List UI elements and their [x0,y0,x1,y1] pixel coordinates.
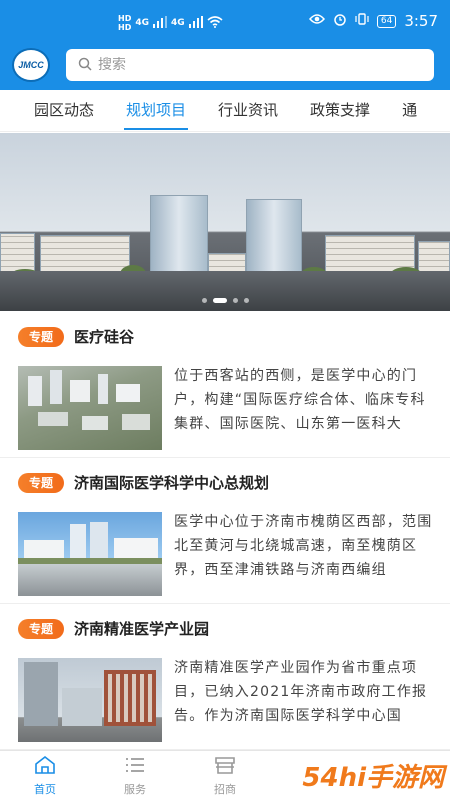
article-title[interactable]: 医疗硅谷 [74,326,134,347]
article-thumbnail[interactable] [18,366,162,450]
search-bar[interactable] [66,49,434,81]
vibrate-icon [355,12,369,30]
article-title[interactable]: 济南精准医学产业园 [74,618,209,639]
article-thumbnail[interactable] [18,658,162,742]
article-summary: 位于西客站的西侧，是医学中心的门户，构建“国际医疗综合体、临床专科集群、国际医院… [174,368,426,432]
article-card[interactable]: 专题 医疗硅谷 位于西客站的西侧，是医学中心的门户，构建“国际医疗综合体、临床专… [0,312,450,458]
list-icon [124,755,146,778]
search-input[interactable] [98,57,398,73]
carousel-dot[interactable] [232,298,238,303]
system-indicators: 64 3:57 [308,12,438,30]
signal-icon [188,15,203,31]
nav-label: 服务 [124,782,146,796]
app-header: JMCC [0,40,450,90]
carousel-dot-active[interactable] [212,298,227,303]
home-icon [34,755,56,778]
network-indicators: HD HD 4G 4G [118,14,223,32]
signal-icon [153,15,167,31]
clock: 3:57 [404,12,438,30]
alarm-icon [333,12,347,30]
app-logo[interactable]: JMCC [12,48,50,82]
search-icon [78,56,92,75]
tab-planning-projects[interactable]: 规划项目 [110,90,202,131]
hd-badge: HD [118,23,132,32]
tab-more[interactable]: 通 [386,90,433,131]
nav-investment[interactable]: 招商 [180,751,270,800]
article-summary: 济南精准医学产业园作为省市重点项目，已纳入2021年济南市政府工作报告。作为济南… [174,660,428,724]
article-card[interactable]: 专题 济南国际医学科学中心总规划 医学中心位于济南市槐荫区西部，范围北至黄河与北… [0,458,450,604]
network-type: 4G [135,18,149,28]
carousel-dot[interactable] [201,298,207,303]
topic-badge: 专题 [18,326,64,347]
carousel-dot[interactable] [243,298,249,303]
store-icon [214,755,236,778]
hd-badge: HD [118,14,132,23]
wifi-icon [207,15,223,31]
logo-text: JMCC [18,60,44,70]
carousel-indicators [0,298,450,303]
status-bar: HD HD 4G 4G 64 3:57 [0,0,450,40]
topic-badge: 专题 [18,472,64,493]
article-card[interactable]: 专题 济南精准医学产业园 济南精准医学产业园作为省市重点项目，已纳入2021年济… [0,604,450,750]
nav-home[interactable]: 首页 [0,751,90,800]
topic-badge: 专题 [18,618,64,639]
article-summary: 医学中心位于济南市槐荫区西部，范围北至黄河与北绕城高速，南至槐荫区界，西至津浦铁… [174,514,433,578]
tab-park-news[interactable]: 园区动态 [0,90,110,131]
watermark-logo: 54hi手游网 [302,763,444,793]
battery-indicator: 64 [376,14,397,28]
network-type: 4G [171,18,185,28]
category-tabs: 园区动态 规划项目 行业资讯 政策支撑 通 [0,90,450,132]
nav-label: 招商 [214,782,236,796]
nav-label: 首页 [34,782,56,796]
article-title[interactable]: 济南国际医学科学中心总规划 [74,472,269,493]
tab-policy-support[interactable]: 政策支撑 [294,90,386,131]
eye-icon [308,13,325,29]
banner-carousel[interactable] [0,133,450,311]
article-thumbnail[interactable] [18,512,162,596]
nav-services[interactable]: 服务 [90,751,180,800]
tab-industry-news[interactable]: 行业资讯 [202,90,294,131]
